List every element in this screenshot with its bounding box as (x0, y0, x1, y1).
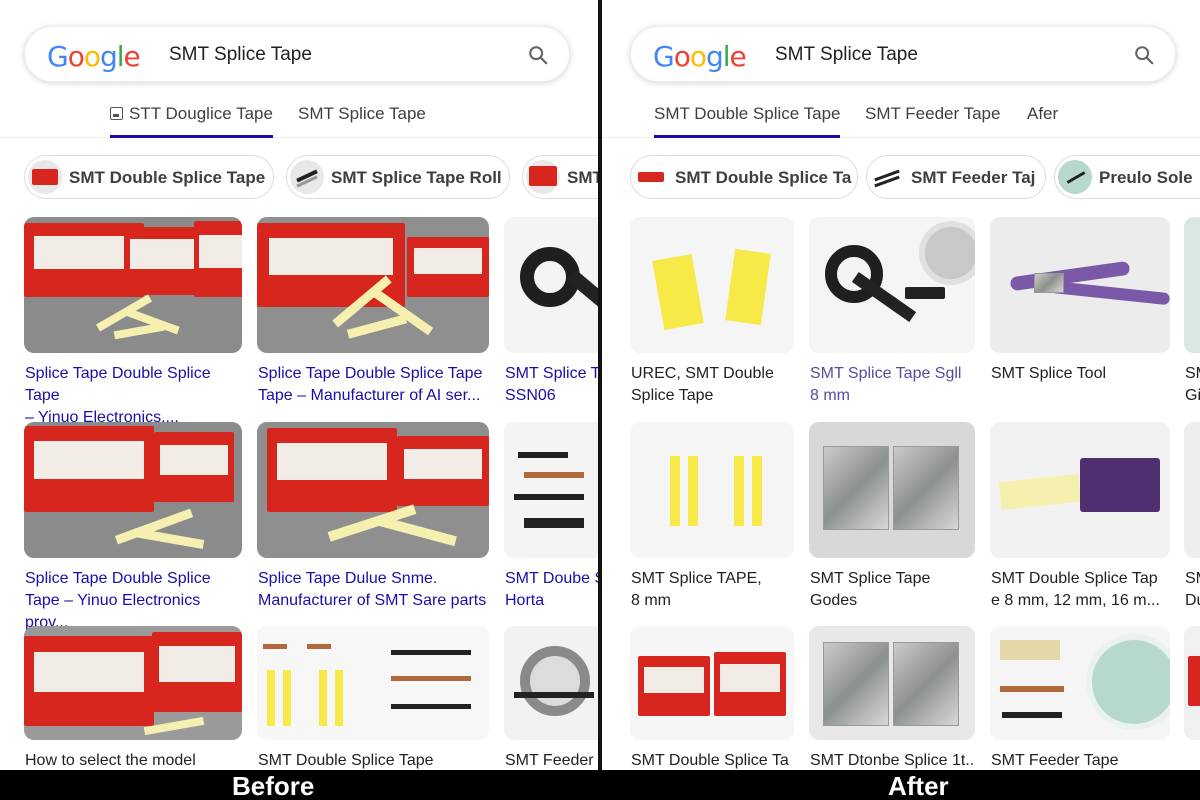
result-image-yellow-tapes (630, 422, 794, 558)
search-icon[interactable] (1133, 44, 1155, 66)
result-caption[interactable]: SMT Splice Tape Sgll 8 mm (810, 363, 980, 407)
google-logo[interactable]: Google (47, 40, 141, 73)
result-caption[interactable]: SM Du (1185, 568, 1200, 612)
before-panel: Google SMT Splice Tape STT Douglice Tape… (0, 0, 598, 770)
chip-thumbnail (1058, 160, 1092, 194)
google-logo[interactable]: Google (653, 40, 747, 73)
result-caption[interactable]: Splice Tape Double Splice Tape Tape – Ma… (258, 363, 493, 407)
result-caption[interactable]: SMT Double Splice Tap e 8 mm, 12 mm, 16 … (991, 568, 1171, 612)
result-caption[interactable]: Splice Tape Double Splice Tape – Yinuo E… (25, 363, 245, 429)
chip-smt-splice-tape-roll[interactable]: SMT Splice Tape Roll (286, 155, 510, 199)
search-tabs: STT Douglice Tape SMT Splice Tape (0, 100, 598, 138)
chip-thumbnail (870, 160, 904, 194)
result-image-partial (1184, 422, 1200, 558)
result-image-purple-box (990, 422, 1170, 558)
result-image-splice-tool (990, 217, 1170, 353)
chip-thumbnail (526, 160, 560, 194)
result-caption[interactable]: SMT Splice Ta SSN06 (505, 363, 598, 407)
result-caption[interactable]: SMT Double Splice Tape (258, 750, 493, 770)
result-image-reel (504, 626, 598, 740)
image-tab-icon (110, 107, 123, 120)
result-caption[interactable]: SMT Feeder Tape (991, 750, 1171, 770)
after-panel: Google SMT Splice Tape SMT Double Splice… (602, 0, 1200, 770)
result-caption[interactable]: SMT Splice Tape Godes (810, 568, 980, 612)
search-query[interactable]: SMT Splice Tape (169, 44, 312, 66)
result-image-red-boxes (24, 217, 242, 353)
chip-thumbnail (634, 160, 668, 194)
result-caption[interactable]: SMT Splice TAPE, 8 mm (631, 568, 801, 612)
result-image-partial (1184, 626, 1200, 740)
before-label: Before (232, 771, 315, 800)
chip-preulo-sole[interactable]: Preulo Sole (1054, 155, 1200, 199)
tab-afer[interactable]: Afer (1027, 104, 1058, 138)
result-image-red-boxes (257, 217, 489, 353)
after-label: After (888, 771, 949, 800)
result-image-tape-roll (504, 217, 598, 353)
result-caption[interactable]: SMT Doube S Horta (505, 568, 598, 612)
result-image-red-boxes (24, 626, 242, 740)
result-caption[interactable]: How to select the model (25, 750, 245, 770)
chip-thumbnail (290, 160, 324, 194)
result-image-red-boxes (24, 422, 242, 558)
caption-bar (0, 770, 1200, 800)
result-image-splice-tapes (257, 626, 489, 740)
chip-smt-double-splice-ta[interactable]: SMT Double Splice Ta (630, 155, 858, 199)
search-bar[interactable]: Google SMT Splice Tape (630, 26, 1176, 82)
chip-smt-feeder-taj[interactable]: SMT Feeder Taj (866, 155, 1046, 199)
chip-thumbnail (28, 160, 62, 194)
result-image-metal-boxes (809, 626, 975, 740)
result-caption[interactable]: Splice Tape Double Splice Tape – Yinuo E… (25, 568, 245, 634)
tab-smt-feeder-tape[interactable]: SMT Feeder Tape (865, 104, 1000, 138)
result-caption[interactable]: Splice Tape Dulue Snme. Manufacturer of … (258, 568, 493, 612)
search-bar[interactable]: Google SMT Splice Tape (24, 26, 570, 82)
result-caption[interactable]: UREC, SMT Double Splice Tape (631, 363, 801, 407)
result-image-feeder-tape (990, 626, 1170, 740)
tab-smt-splice-tape[interactable]: SMT Splice Tape (298, 104, 426, 138)
result-caption[interactable]: SM Gi (1185, 363, 1200, 407)
result-caption[interactable]: SMT Feeder T (505, 750, 598, 770)
chip-smt-double-splice-tape[interactable]: SMT Double Splice Tape (24, 155, 274, 199)
result-image-tape-roll (809, 217, 975, 353)
result-image-tape-strips (504, 422, 598, 558)
result-caption[interactable]: SMT Double Splice Ta (631, 750, 801, 770)
tab-stt-douglice-tape[interactable]: STT Douglice Tape (110, 104, 273, 138)
search-query[interactable]: SMT Splice Tape (775, 44, 918, 66)
result-caption[interactable]: SMT Dtonbe Splice 1t.. (810, 750, 980, 770)
tab-smt-double-splice-tape[interactable]: SMT Double Splice Tape (654, 104, 841, 138)
result-caption[interactable]: SMT Splice Tool (991, 363, 1171, 385)
filter-chips: SMT Double Splice Tape SMT Splice Tape R… (0, 155, 598, 199)
result-image-metal-boxes (809, 422, 975, 558)
search-icon[interactable] (527, 44, 549, 66)
search-tabs: SMT Double Splice Tape SMT Feeder Tape A… (602, 100, 1200, 138)
chip-smt[interactable]: SMT (522, 155, 598, 199)
filter-chips: SMT Double Splice Ta SMT Feeder Taj Preu… (602, 155, 1200, 199)
result-image-red-boxes (257, 422, 489, 558)
result-image-red-boxes (630, 626, 794, 740)
result-image-yellow-tapes (630, 217, 794, 353)
result-image-partial (1184, 217, 1200, 353)
